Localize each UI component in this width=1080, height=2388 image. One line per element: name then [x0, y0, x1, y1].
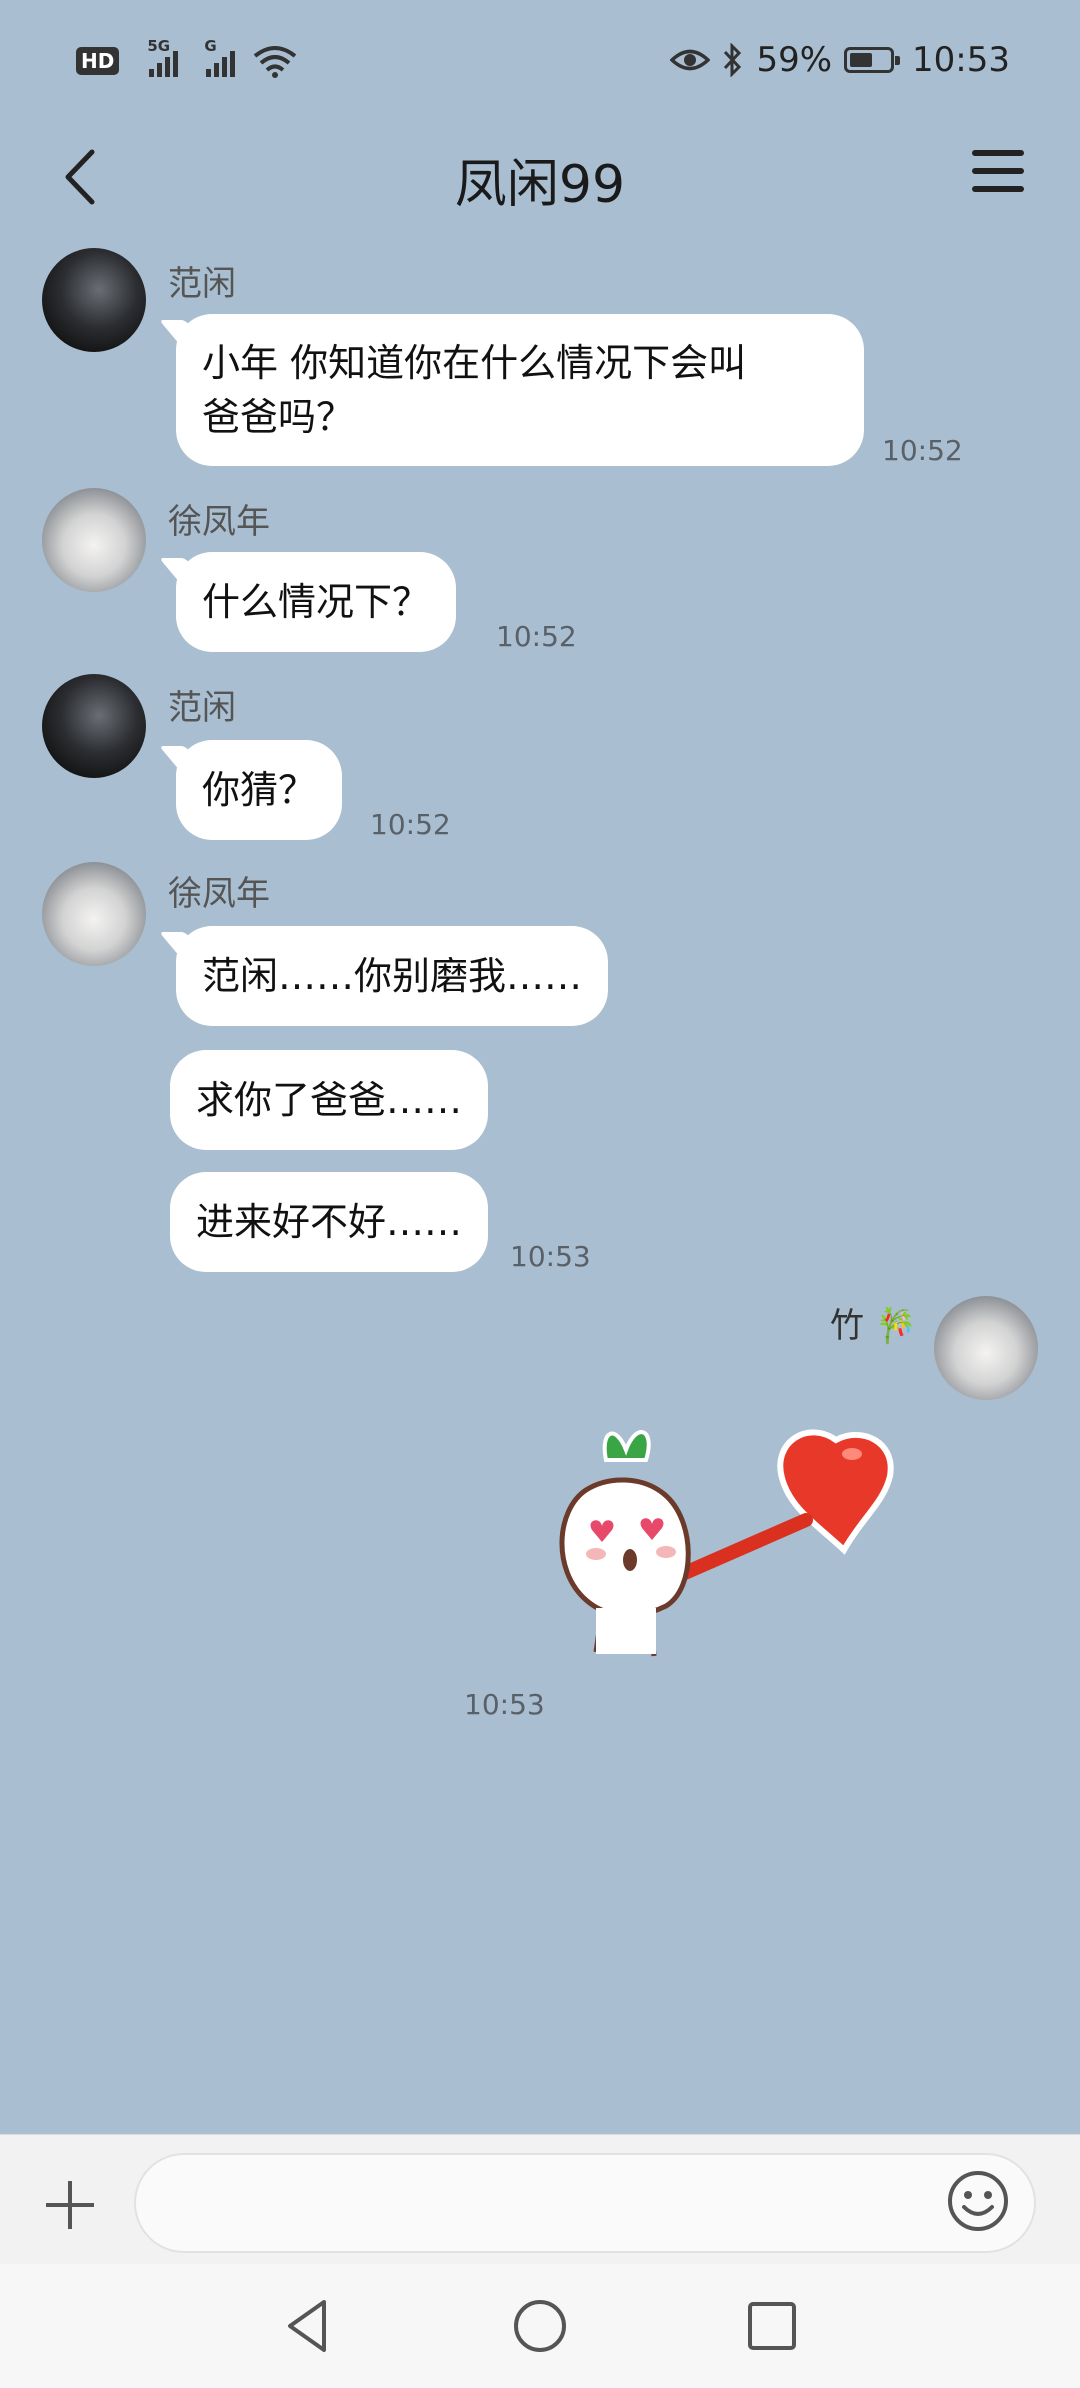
input-bar [0, 2134, 1080, 2265]
chat-title: 凤闲99 [454, 155, 626, 215]
status-time: 10:53 [912, 40, 1010, 80]
cellular-g-icon: G [204, 37, 236, 77]
sticker-time: 10:53 [464, 1688, 545, 1721]
message-time: 10:52 [882, 434, 963, 467]
bluetooth-icon [724, 43, 742, 77]
menu-bar-icon [972, 150, 1024, 156]
message-input[interactable] [134, 2153, 1036, 2253]
nav-back-icon[interactable] [276, 2294, 340, 2358]
message-bubble[interactable]: 你猜？ [176, 740, 343, 840]
message-time: 10:52 [370, 808, 451, 841]
plus-icon[interactable] [40, 2175, 100, 2235]
avatar[interactable] [42, 674, 146, 778]
self-name: 竹 🎋 [830, 1306, 918, 1346]
message-bubble[interactable]: 进来 好不好…… [170, 1172, 489, 1272]
hd-badge: HD [76, 47, 120, 75]
avatar[interactable] [42, 862, 146, 966]
message-bubble[interactable]: 什么情况下？ [176, 552, 457, 652]
avatar[interactable] [42, 248, 146, 352]
bamboo-icon: 🎋 [874, 1306, 918, 1346]
status-right: 59% 10:53 [670, 40, 1010, 80]
sender-name: 徐凤年 [168, 502, 270, 542]
sender-name: 徐凤年 [168, 874, 270, 914]
wifi-icon [254, 46, 297, 78]
menu-button[interactable] [972, 150, 1024, 198]
message-bubble[interactable]: 求你 了爸爸…… [170, 1050, 489, 1150]
avatar[interactable] [934, 1296, 1038, 1400]
message-bubble[interactable]: 范闲…… 你别磨我 …… [176, 926, 609, 1026]
smiley-icon[interactable] [946, 2169, 1010, 2233]
message-time: 10:53 [510, 1240, 591, 1273]
sender-name: 范闲 [168, 688, 236, 728]
status-bar: HD 5G G 59% 10:53 [0, 0, 1080, 128]
battery-percent: 59% [756, 40, 833, 80]
chat-header: 凤闲99 [0, 128, 1080, 224]
system-navigation-bar [0, 2264, 1080, 2388]
cellular-5g-icon: 5G [147, 37, 179, 77]
sender-name: 范闲 [168, 264, 236, 304]
message-time: 10:52 [496, 620, 577, 653]
nav-recents-icon[interactable] [740, 2294, 804, 2358]
status-left: HD 5G G [76, 37, 297, 78]
nav-home-icon[interactable] [508, 2294, 572, 2358]
avatar[interactable] [42, 488, 146, 592]
radish-heart-sticker[interactable] [546, 1420, 902, 1670]
battery-icon [844, 47, 901, 73]
eye-icon [670, 49, 711, 71]
message-bubble[interactable]: 小年 你知道你在什么情况下会叫 爸爸吗？ [176, 314, 864, 466]
